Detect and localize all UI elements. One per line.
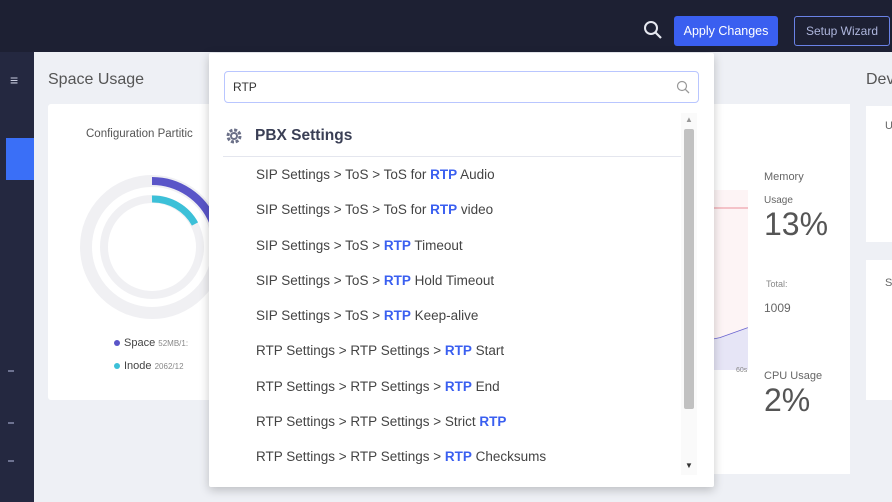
search-result-item[interactable]: SIP Settings > ToS > RTP Hold Timeout — [256, 271, 676, 306]
sidebar-marker — [8, 460, 14, 462]
sidebar-marker — [8, 370, 14, 372]
result-path-text: SIP Settings > ToS > — [256, 237, 384, 253]
space-donut-chart — [80, 175, 220, 319]
search-result-item[interactable]: SIP Settings > ToS > ToS for RTP video — [256, 200, 676, 235]
legend-space-value: 52MB/1: — [158, 339, 189, 348]
group-title: PBX Settings — [255, 127, 353, 144]
search-result-item[interactable]: RTP Settings > RTP Settings > Strict RTP — [256, 412, 676, 447]
result-highlight-text: RTP — [479, 414, 507, 430]
gear-icon — [226, 128, 242, 144]
search-icon[interactable] — [643, 20, 663, 40]
result-highlight-text: RTP — [383, 308, 411, 324]
memory-total-label: Total: — [766, 279, 788, 289]
device-card-2-label: S — [885, 277, 892, 289]
scroll-up-arrow-icon[interactable]: ▲ — [685, 115, 693, 124]
result-path-text: SIP Settings > ToS > ToS for — [256, 167, 431, 182]
search-icon[interactable] — [676, 80, 690, 94]
result-suffix-text: Audio — [457, 167, 495, 182]
memory-usage-label: Usage — [764, 195, 793, 206]
result-suffix-text: video — [457, 202, 494, 218]
space-usage-title: Space Usage — [48, 71, 145, 88]
memory-total-value: 1009 — [764, 301, 791, 315]
memory-usage-value: 13% — [764, 206, 829, 242]
result-suffix-text: Timeout — [410, 237, 463, 253]
search-results-list: SIP Settings > ToS > ToS for RTP Audio SI… — [256, 165, 676, 483]
search-dropdown: PBX Settings SIP Settings > ToS > ToS fo… — [209, 53, 714, 487]
result-suffix-text: Keep-alive — [410, 308, 479, 324]
result-path-text: RTP Settings > RTP Settings > — [256, 378, 445, 394]
cpu-usage-label: CPU Usage — [764, 370, 823, 382]
device-card-1-label: U — [885, 120, 892, 132]
device-title: Dev — [866, 71, 892, 88]
menu-icon[interactable]: ≡ — [10, 72, 18, 88]
result-highlight-text: RTP — [383, 272, 411, 288]
result-path-text: RTP Settings > RTP Settings > Strict — [256, 414, 480, 430]
result-path-text: RTP Settings > RTP Settings > — [256, 343, 445, 359]
result-highlight-text: RTP — [383, 237, 411, 253]
result-suffix-text: Start — [471, 343, 505, 359]
legend-inode: Inode 2062/12 — [114, 360, 184, 372]
result-highlight-text: RTP — [444, 378, 472, 394]
search-result-item[interactable]: SIP Settings > ToS > RTP Keep-alive — [256, 306, 676, 341]
result-highlight-text: RTP — [444, 449, 472, 465]
chart-axis-tick: 60s — [736, 367, 748, 374]
legend-space: Space 52MB/1: — [114, 337, 188, 349]
result-suffix-text: End — [471, 378, 500, 394]
apply-changes-button[interactable]: Apply Changes — [674, 16, 778, 46]
result-path-text: RTP Settings > RTP Settings > — [256, 449, 445, 465]
result-highlight-text: RTP — [430, 202, 458, 218]
result-highlight-text: RTP — [430, 167, 458, 182]
result-suffix-text: Checksums — [471, 449, 547, 465]
result-suffix-text: Hold Timeout — [410, 272, 495, 288]
result-path-text: SIP Settings > ToS > ToS for — [256, 202, 431, 218]
sidebar: ≡ — [0, 52, 34, 502]
search-result-item[interactable]: SIP Settings > ToS > RTP Timeout — [256, 236, 676, 271]
memory-label: Memory — [764, 171, 804, 183]
sidebar-item-active[interactable] — [6, 138, 34, 180]
setup-wizard-button[interactable]: Setup Wizard — [794, 16, 890, 46]
search-input[interactable] — [233, 72, 673, 102]
search-field[interactable] — [224, 71, 699, 103]
cpu-usage-value: 2% — [764, 382, 811, 418]
legend-inode-value: 2062/12 — [154, 362, 184, 371]
result-path-text: SIP Settings > ToS > — [256, 308, 384, 324]
result-path-text: SIP Settings > ToS > — [256, 272, 384, 288]
search-result-item[interactable]: RTP Settings > RTP Settings > RTP Checks… — [256, 447, 676, 482]
result-highlight-text: RTP — [444, 343, 472, 359]
search-result-item[interactable]: RTP Settings > RTP Settings > RTP End — [256, 377, 676, 412]
config-partition-label: Configuration Partitic — [86, 128, 193, 140]
space-dot — [114, 340, 120, 346]
search-result-item[interactable]: RTP Settings > RTP Settings > RTP Start — [256, 341, 676, 376]
inode-dot — [114, 363, 120, 369]
search-result-item[interactable]: SIP Settings > ToS > ToS for RTP Audio — [256, 165, 676, 200]
legend-inode-label: Inode — [124, 360, 152, 372]
scrollbar-thumb[interactable] — [684, 129, 694, 409]
sidebar-marker — [8, 422, 14, 424]
pbx-settings-group: PBX Settings — [223, 123, 683, 157]
legend-space-label: Space — [124, 337, 156, 349]
scroll-down-arrow-icon[interactable]: ▼ — [685, 461, 693, 470]
scrollbar[interactable]: ▲ ▼ — [681, 113, 697, 475]
